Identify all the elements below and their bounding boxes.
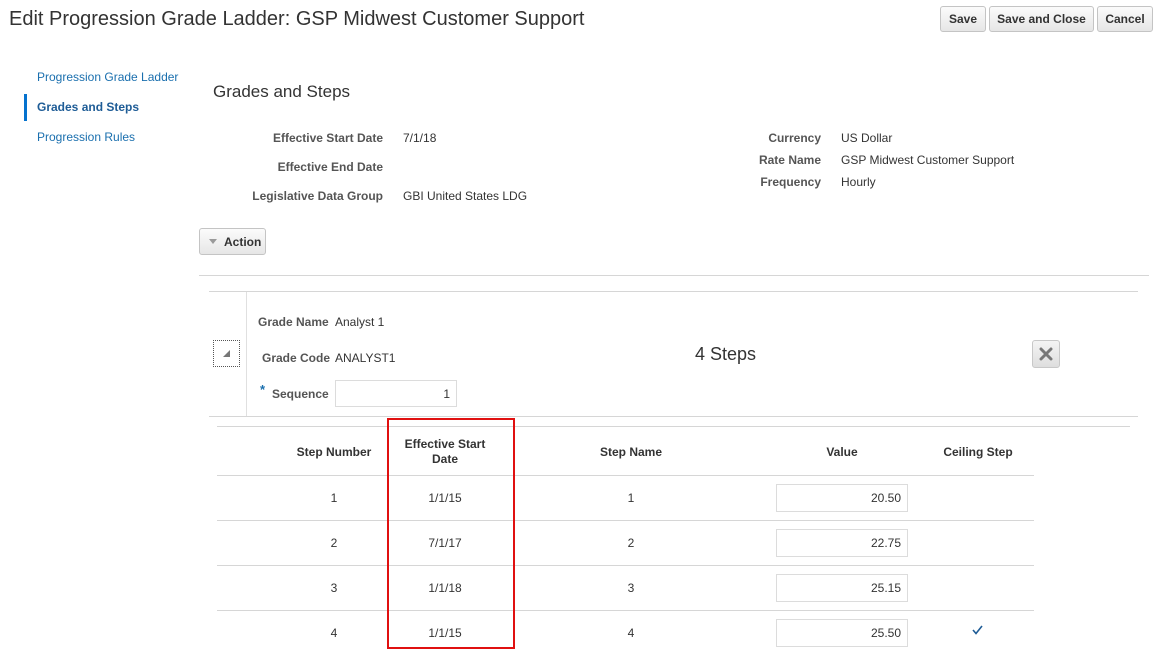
rate-name-value: GSP Midwest Customer Support (841, 153, 1015, 167)
step-name-cell: 2 (627, 536, 635, 550)
legislative-data-group-value: GBI United States LDG (403, 189, 528, 203)
grade-name-value: Analyst 1 (335, 315, 385, 329)
step-value-input[interactable]: 25.15 (776, 574, 908, 602)
sequence-label: Sequence (272, 387, 329, 401)
save-button[interactable]: Save (940, 6, 986, 32)
sidebar-item-progression-grade-ladder[interactable]: Progression Grade Ladder (37, 70, 178, 84)
grade-panel-separator (246, 292, 247, 416)
sequence-input[interactable]: 1 (335, 380, 457, 407)
table-row-border (217, 565, 1034, 566)
grade-name-label: Grade Name (258, 315, 329, 329)
table-row-border (217, 610, 1034, 611)
column-header-ceiling-step: Ceiling Step (943, 445, 1013, 459)
step-value-input[interactable]: 22.75 (776, 529, 908, 557)
save-and-close-button[interactable]: Save and Close (989, 6, 1094, 32)
cancel-button[interactable]: Cancel (1097, 6, 1153, 32)
currency-value: US Dollar (841, 131, 893, 145)
step-value-input[interactable]: 25.50 (776, 619, 908, 647)
step-name-cell: 4 (627, 626, 635, 640)
rate-name-label: Rate Name (758, 153, 821, 167)
delete-grade-button[interactable] (1032, 340, 1060, 368)
step-number-cell: 1 (330, 491, 338, 505)
column-header-step-name: Step Name (599, 445, 663, 459)
section-title: Grades and Steps (213, 82, 351, 101)
required-indicator: * (260, 382, 266, 397)
effective-start-date-value: 7/1/18 (403, 131, 437, 145)
steps-count: 4 Steps (695, 344, 757, 364)
chevron-down-icon (209, 239, 217, 244)
checkmark-icon (972, 625, 983, 635)
step-name-cell: 1 (627, 491, 635, 505)
action-menu-label: Action (224, 234, 262, 249)
effective-end-date-label: Effective End Date (277, 160, 383, 174)
frequency-label: Frequency (760, 175, 821, 189)
table-row-border (217, 520, 1034, 521)
step-number-cell: 4 (330, 626, 338, 640)
step-number-cell: 3 (330, 581, 338, 595)
grade-panel-bottom-border (209, 416, 1138, 417)
frequency-value: Hourly (841, 175, 876, 189)
sidebar-item-grades-and-steps[interactable]: Grades and Steps (37, 100, 139, 114)
column-header-value: Value (826, 445, 858, 459)
table-header-border (217, 475, 1034, 476)
step-number-cell: 2 (330, 536, 338, 550)
legislative-data-group-label: Legislative Data Group (252, 189, 383, 203)
grade-code-value: ANALYST1 (335, 351, 396, 365)
collapse-toggle[interactable] (213, 340, 240, 367)
grade-panel-top-border (209, 291, 1138, 292)
sidebar-item-progression-rules[interactable]: Progression Rules (37, 130, 135, 144)
table-top-border (217, 426, 1130, 427)
step-value-input[interactable]: 20.50 (776, 484, 908, 512)
effective-start-date-label: Effective Start Date (272, 131, 383, 145)
currency-label: Currency (768, 131, 821, 145)
highlight-box (387, 418, 515, 649)
grade-code-label: Grade Code (262, 351, 331, 365)
column-header-step-number: Step Number (296, 445, 372, 459)
page-title: Edit Progression Grade Ladder: GSP Midwe… (9, 8, 585, 30)
action-menu-button[interactable]: Action (199, 228, 266, 255)
divider (199, 275, 1149, 276)
sidebar-active-indicator (24, 94, 27, 121)
step-name-cell: 3 (627, 581, 635, 595)
collapse-triangle-icon (223, 350, 230, 357)
close-icon (1039, 347, 1053, 361)
